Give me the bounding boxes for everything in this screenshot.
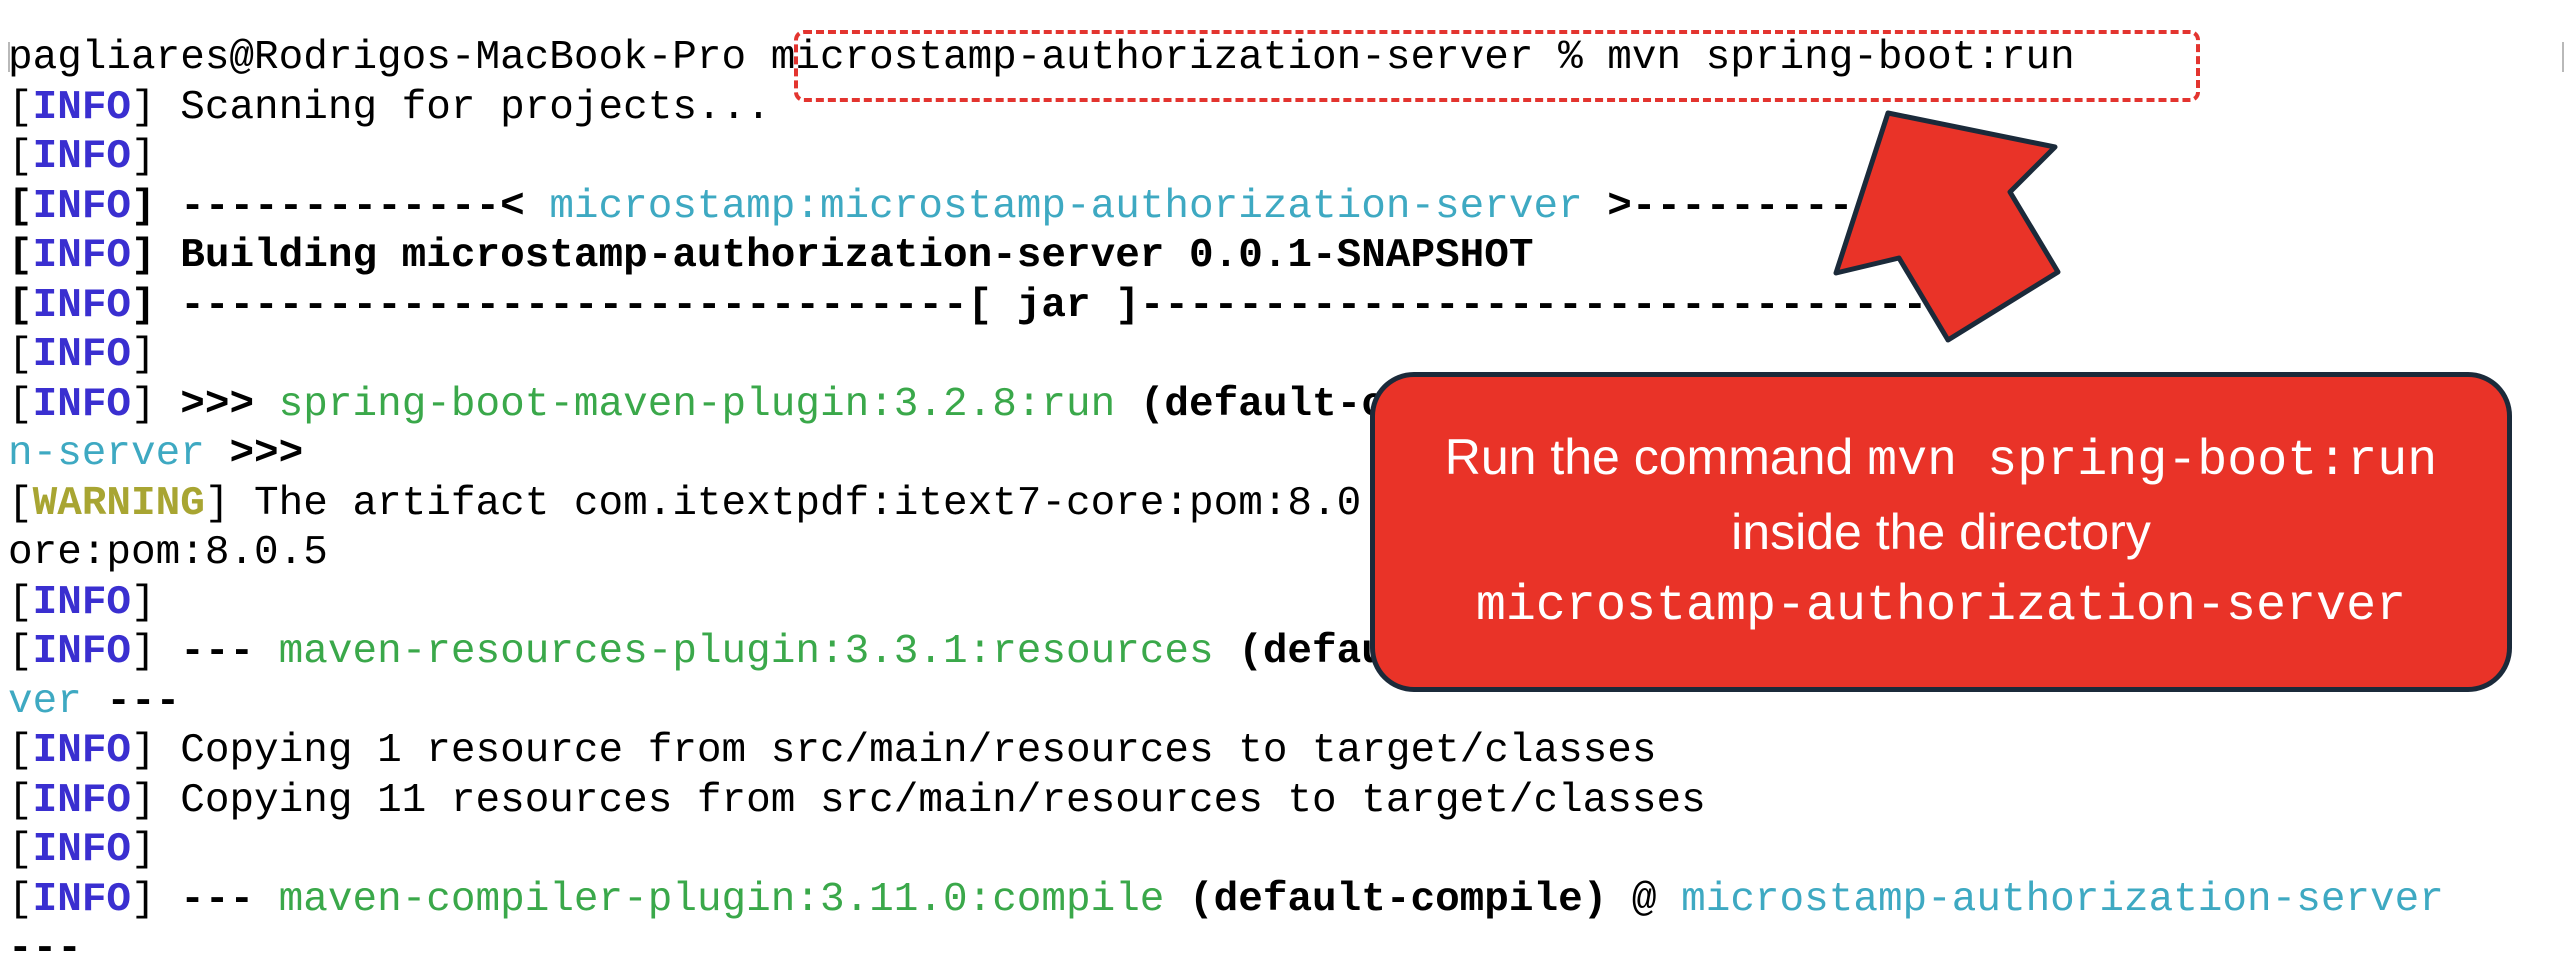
log-text: -------------< xyxy=(155,183,550,230)
info-tag: INFO xyxy=(32,84,132,131)
log-text: --------------------------------[ jar ]-… xyxy=(155,282,1952,329)
log-text: --- xyxy=(81,678,181,725)
log-text: ore:pom:8.0.5 xyxy=(8,530,328,576)
log-text: --- xyxy=(8,926,82,972)
log-line: [INFO] Copying 1 resource from src/main/… xyxy=(8,728,1657,774)
callout-text: Run the command mvn spring-boot:run insi… xyxy=(1405,422,2477,642)
plugin-id: maven-compiler-plugin:3.11.0:compile xyxy=(278,876,1165,923)
callout-label: inside the directory xyxy=(1731,504,2151,560)
info-tag: INFO xyxy=(32,876,132,923)
log-line: [INFO] xyxy=(8,827,156,873)
instruction-callout: Run the command mvn spring-boot:run insi… xyxy=(1370,372,2512,692)
log-text: Copying 11 resources from src/main/resou… xyxy=(155,777,1706,824)
callout-command-code: mvn spring-boot:run xyxy=(1867,433,2438,490)
log-text: (default-compile) xyxy=(1164,876,1608,923)
plugin-id: spring-boot-maven-plugin:3.2.8:run xyxy=(278,381,1116,428)
artifact-id: microstamp:microstamp-authorization-serv… xyxy=(549,183,1583,230)
info-tag: INFO xyxy=(32,728,132,774)
info-tag: INFO xyxy=(32,332,132,378)
artifact-id: microstamp-authorization-server xyxy=(1681,876,2444,923)
log-line: [INFO] --- maven-compiler-plugin:3.11.0:… xyxy=(8,876,2444,923)
log-line: [INFO] Copying 11 resources from src/mai… xyxy=(8,777,1706,824)
info-tag: INFO xyxy=(32,183,132,230)
callout-directory-code: microstamp-authorization-server xyxy=(1475,578,2407,635)
log-line: [INFO] xyxy=(8,134,156,180)
info-tag: INFO xyxy=(32,827,132,873)
info-tag: INFO xyxy=(32,777,132,824)
log-text: >-------------- xyxy=(1582,183,1977,230)
info-tag: INFO xyxy=(32,233,132,279)
warning-tag: WARNING xyxy=(32,480,205,527)
log-text: --- xyxy=(155,876,279,923)
command-highlight-box xyxy=(794,30,2200,102)
callout-label: Run the command xyxy=(1444,429,1868,485)
log-text: >>> xyxy=(155,381,279,428)
log-line: [INFO] --------------------------------[… xyxy=(8,282,1952,329)
info-tag: INFO xyxy=(32,579,132,626)
log-text: @ xyxy=(1607,876,1682,923)
info-tag: INFO xyxy=(32,134,132,180)
artifact-id: ver xyxy=(8,678,82,725)
info-tag: INFO xyxy=(32,629,132,675)
log-line: [INFO] -------------< microstamp:microst… xyxy=(8,183,1977,230)
artifact-id: n-server xyxy=(8,431,205,477)
log-text: Scanning for projects... xyxy=(155,84,771,131)
prompt-user-host: pagliares@Rodrigos-MacBook-Pro xyxy=(8,35,747,81)
plugin-id: maven-resources-plugin:3.3.1:resources xyxy=(278,629,1214,675)
log-text: Building microstamp-authorization-server… xyxy=(155,233,1534,279)
log-text: >>> xyxy=(204,431,304,477)
log-text: --- xyxy=(155,629,279,675)
log-line: --- xyxy=(8,925,2564,975)
info-tag: INFO xyxy=(32,381,132,428)
info-tag: INFO xyxy=(32,282,132,329)
log-line: [INFO] Building microstamp-authorization… xyxy=(8,233,1534,279)
log-text: Copying 1 resource from src/main/resourc… xyxy=(155,728,1657,774)
